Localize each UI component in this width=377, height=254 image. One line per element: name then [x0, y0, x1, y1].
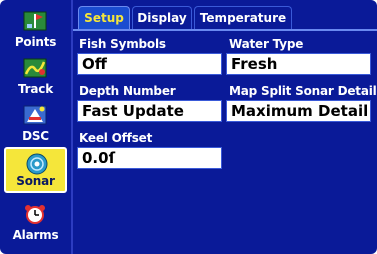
sonar-setup-screen: Points Track DSC Sonar Alarms Setup Disp… — [0, 0, 377, 254]
water-type-field[interactable]: Fresh — [226, 53, 371, 75]
depth-number-field[interactable]: Fast Update — [77, 100, 222, 122]
tab-underline — [73, 29, 377, 31]
sidebar-item-dsc[interactable]: DSC — [4, 100, 67, 146]
sidebar: Points Track DSC Sonar Alarms — [0, 0, 71, 254]
tab-setup[interactable]: Setup — [78, 6, 130, 30]
sidebar-item-track[interactable]: Track — [4, 53, 67, 99]
track-icon — [23, 58, 47, 78]
points-icon — [23, 11, 47, 31]
tab-temperature[interactable]: Temperature — [194, 6, 292, 30]
map-split-field[interactable]: Maximum Detail — [226, 100, 371, 122]
fish-symbols-label: Fish Symbols — [79, 37, 166, 51]
sidebar-item-label: Track — [18, 82, 53, 96]
keel-offset-field[interactable]: 0.0ſ — [77, 147, 222, 169]
sidebar-item-points[interactable]: Points — [4, 6, 67, 52]
fish-symbols-field[interactable]: Off — [77, 53, 222, 75]
map-split-label: Map Split Sonar Detail — [229, 84, 377, 98]
keel-offset-label: Keel Offset — [79, 131, 153, 145]
sidebar-item-label: Sonar — [16, 174, 55, 188]
water-type-label: Water Type — [229, 37, 304, 51]
tab-display[interactable]: Display — [132, 6, 192, 30]
sonar-icon — [26, 153, 48, 175]
sidebar-item-label: Points — [14, 35, 57, 49]
sidebar-item-sonar[interactable]: Sonar — [4, 147, 67, 193]
sidebar-item-alarms[interactable]: Alarms — [4, 199, 67, 245]
depth-number-label: Depth Number — [79, 84, 176, 98]
sidebar-item-label: Alarms — [12, 228, 59, 242]
dsc-icon — [23, 105, 47, 125]
alarm-clock-icon — [25, 205, 45, 224]
sidebar-item-label: DSC — [22, 129, 49, 143]
sidebar-divider — [71, 0, 73, 254]
